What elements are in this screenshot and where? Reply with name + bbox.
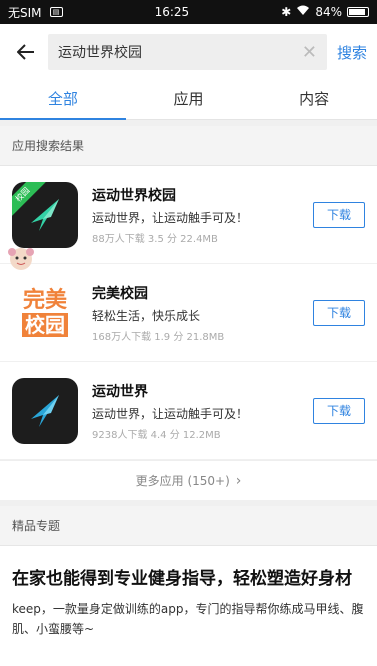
- clear-icon[interactable]: ✕: [302, 42, 317, 63]
- app-meta: 88万人下载 3.5 分 22.4MB: [92, 233, 218, 245]
- app-desc: 运动世界，让运动触手可及！: [92, 406, 249, 421]
- more-apps-link[interactable]: 更多应用 (150+) ›: [0, 460, 377, 500]
- featured-title[interactable]: 在家也能得到专业健身指导，轻松塑造好身材: [0, 546, 377, 599]
- app-desc: 轻松生活，快乐成长: [92, 308, 201, 323]
- sim-card-icon: ▤: [49, 7, 63, 17]
- perfect-logo-top: 完美: [22, 287, 67, 313]
- carrier-label: 无SIM: [8, 5, 42, 20]
- chevron-right-icon: ›: [235, 472, 242, 489]
- app-row-sport-world-campus[interactable]: 校园 运动世界校园 运动世界，让运动触手可及！ 88万人下载 3.5 分 22.…: [0, 166, 377, 264]
- app-results-list: 校园 运动世界校园 运动世界，让运动触手可及！ 88万人下载 3.5 分 22.…: [0, 166, 377, 500]
- clock: 16:25: [154, 5, 190, 19]
- app-meta: 168万人下载 1.9 分 21.8MB: [92, 331, 225, 343]
- app-desc: 运动世界，让运动触手可及！: [92, 210, 249, 225]
- download-button[interactable]: 下载: [313, 299, 365, 326]
- search-bar: ✕ 搜索: [0, 24, 377, 80]
- search-input[interactable]: [58, 44, 278, 60]
- floating-mascot-icon[interactable]: [6, 244, 36, 274]
- more-apps-label: 更多应用 (150+): [135, 474, 230, 488]
- battery-percent: 84%: [315, 5, 342, 19]
- sport-world-mark-icon: [31, 198, 59, 231]
- download-button[interactable]: 下载: [313, 201, 365, 228]
- tab-content[interactable]: 内容: [251, 80, 377, 119]
- app-row-perfect-campus[interactable]: 完美 校园 完美校园 轻松生活，快乐成长 168万人下载 1.9 分 21.8M…: [0, 264, 377, 362]
- app-info: 运动世界校园 运动世界，让运动触手可及！ 88万人下载 3.5 分 22.4MB: [92, 185, 313, 245]
- download-button[interactable]: 下载: [313, 397, 365, 424]
- app-name: 运动世界校园: [92, 187, 176, 204]
- perfect-campus-logo-icon: 完美 校园: [12, 279, 78, 346]
- sport-world-campus-logo-icon: 校园: [12, 181, 78, 248]
- battery-icon: [347, 7, 369, 17]
- app-meta: 9238人下载 4.4 分 12.2MB: [92, 429, 221, 441]
- app-row-sport-world[interactable]: 运动世界 运动世界，让运动触手可及！ 9238人下载 4.4 分 12.2MB …: [0, 362, 377, 460]
- sport-world-mark-icon: [31, 394, 59, 427]
- perfect-logo-bottom: 校园: [22, 312, 68, 337]
- app-name: 完美校园: [92, 285, 148, 302]
- sport-world-logo-icon: [12, 377, 78, 444]
- tab-bar: 全部 应用 内容: [0, 80, 377, 120]
- wifi-icon: [296, 5, 310, 19]
- app-results-header: 应用搜索结果: [0, 126, 377, 166]
- tab-apps[interactable]: 应用: [126, 80, 252, 119]
- search-button[interactable]: 搜索: [337, 42, 367, 63]
- search-box: ✕: [48, 34, 327, 70]
- featured-body: keep，一款量身定做训练的app，专门的指导帮你练成马甲线、腹肌、小蛮腰等~: [12, 602, 364, 636]
- status-left: 无SIM ▤: [8, 4, 63, 21]
- status-right: ✱ 84%: [281, 5, 369, 19]
- app-info: 运动世界 运动世界，让运动触手可及！ 9238人下载 4.4 分 12.2MB: [92, 381, 313, 441]
- tab-all[interactable]: 全部: [0, 80, 126, 120]
- featured-header: 精品专题: [0, 506, 377, 546]
- app-info: 完美校园 轻松生活，快乐成长 168万人下载 1.9 分 21.8MB: [92, 283, 313, 343]
- bluetooth-icon: ✱: [281, 5, 292, 19]
- app-name: 运动世界: [92, 383, 148, 400]
- status-bar: 无SIM ▤ 16:25 ✱ 84%: [0, 0, 377, 24]
- back-arrow-icon[interactable]: [14, 40, 38, 64]
